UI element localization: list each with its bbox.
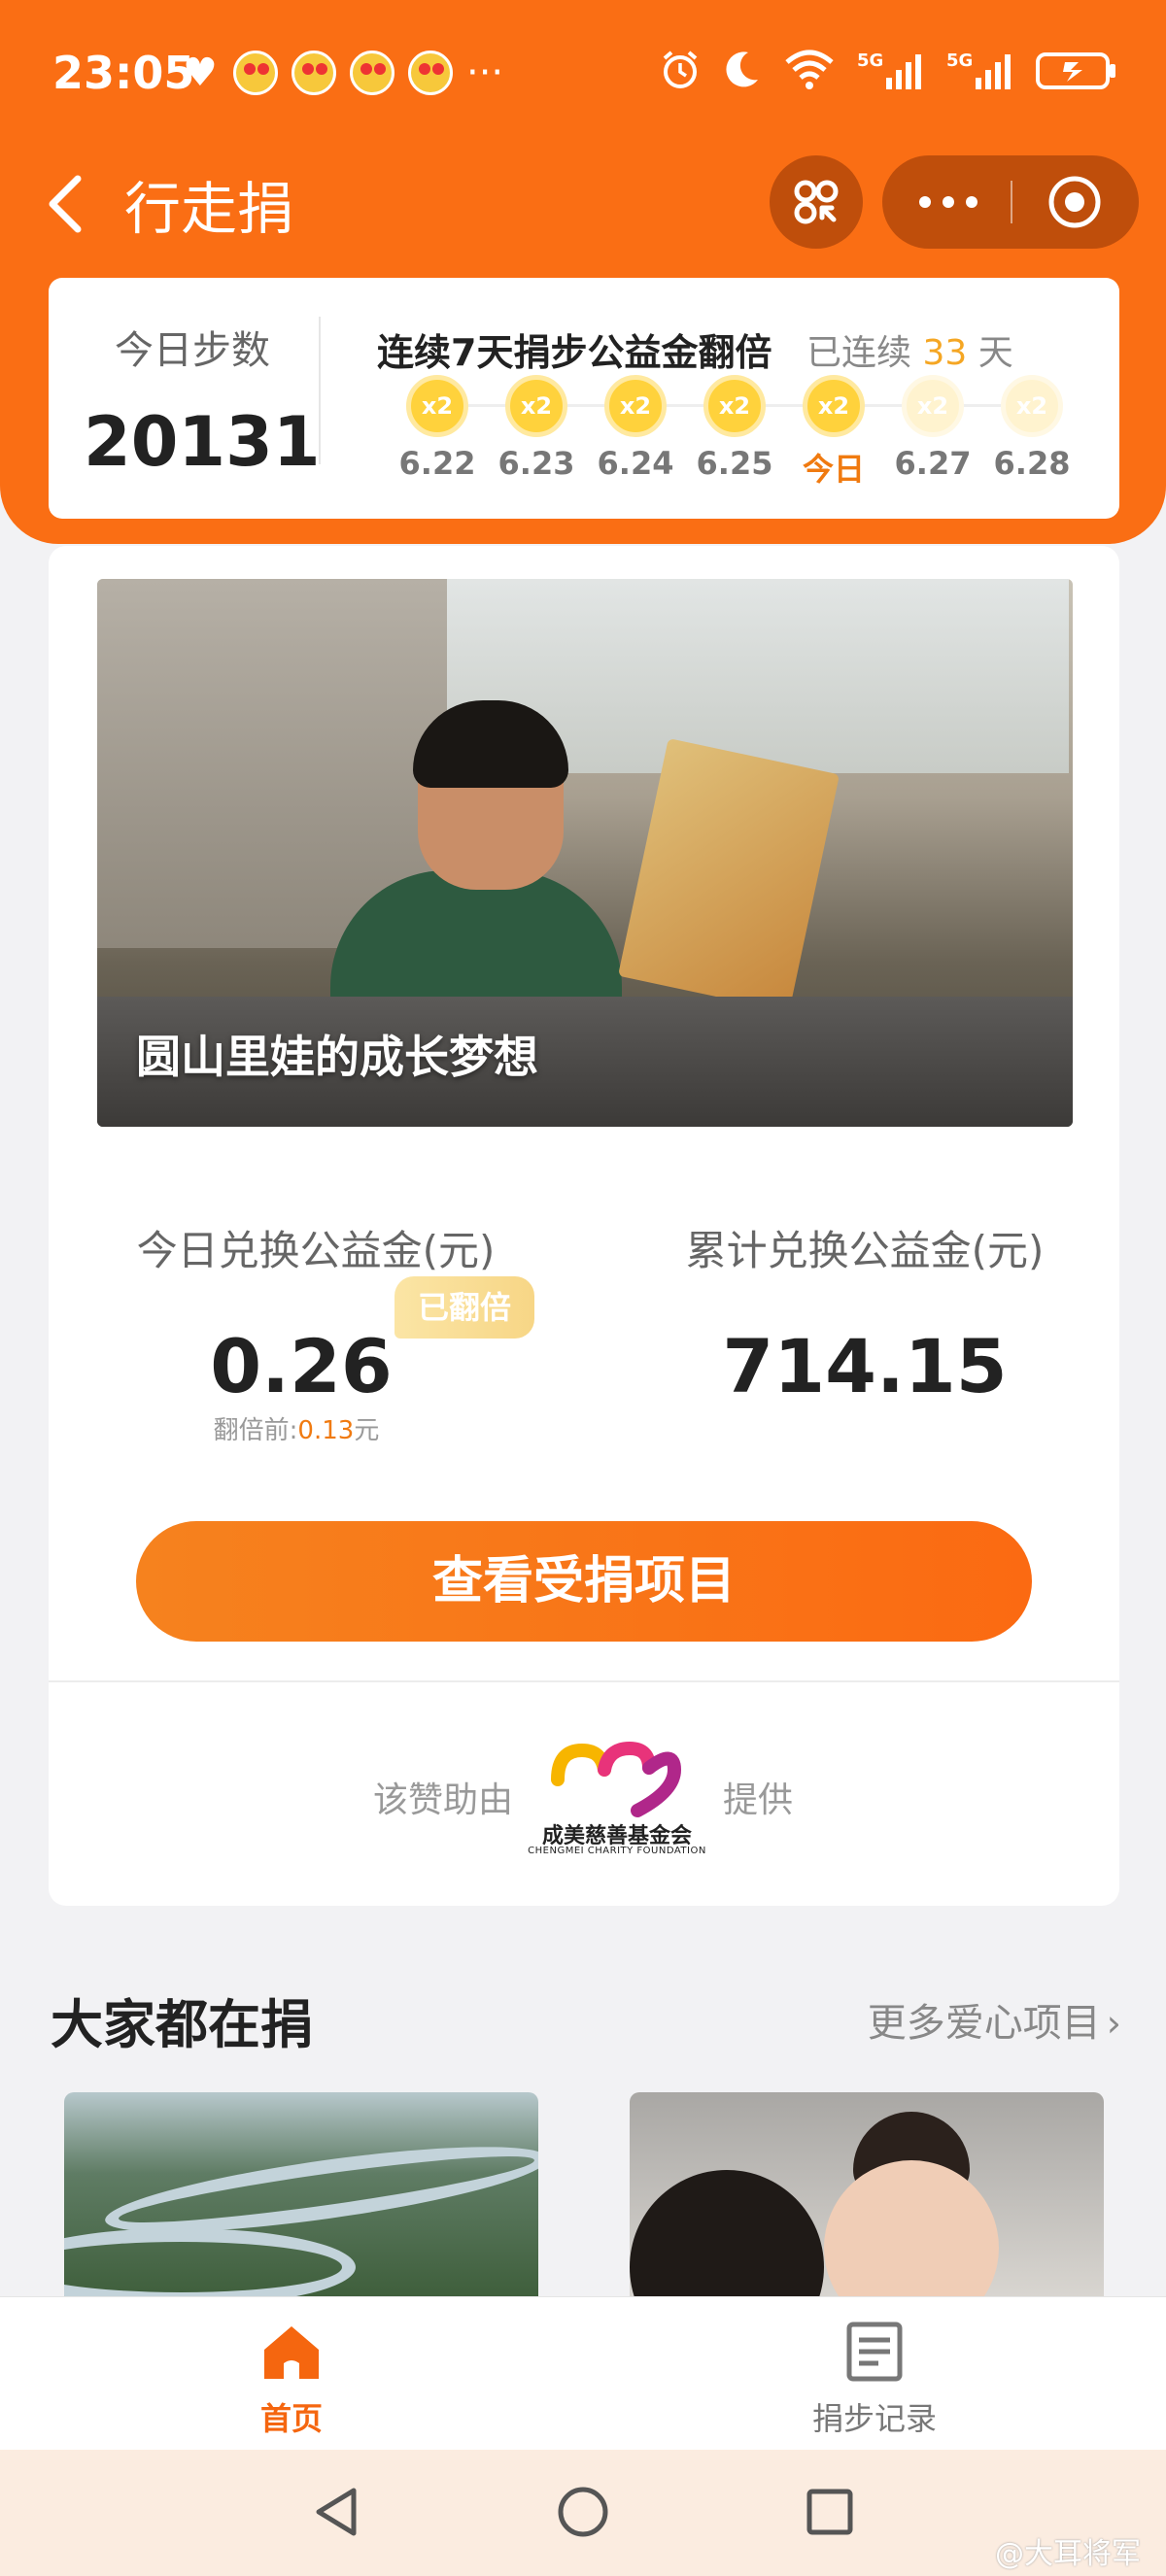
svg-text:5G: 5G — [857, 51, 883, 71]
more-icon[interactable] — [911, 181, 985, 223]
project-image[interactable]: 圆山里娃的成长梦想 — [97, 579, 1073, 1127]
streak-title: 连续7天捐步公益金翻倍 — [377, 331, 772, 374]
streak-status: 已连续 33 天 — [806, 324, 1013, 375]
steps-label: 今日步数 — [115, 328, 270, 373]
steps-card: 今日步数 20131 连续7天捐步公益金翻倍 已连续 33 天 x2 x2 x2… — [49, 278, 1119, 519]
chevron-right-icon: › — [1106, 2002, 1121, 2045]
signal-5g-icon: 5G — [946, 51, 1011, 89]
back-icon[interactable] — [37, 165, 95, 243]
svg-text:5G: 5G — [946, 51, 973, 71]
home-icon — [264, 2326, 319, 2379]
project-card-child[interactable] — [630, 2092, 1104, 2296]
steps-value: 20131 — [84, 402, 321, 482]
streak-date: 6.27 — [894, 445, 972, 482]
pre-double-amount: 翻倍前:0.13元 — [165, 1410, 428, 1446]
double-coin-icon: x2 — [505, 375, 567, 437]
battery-charging-icon — [1036, 52, 1115, 89]
project-caption: 圆山里娃的成长梦想 — [136, 1031, 538, 1083]
donation-card: 圆山里娃的成长梦想 今日兑换公益金(元) 累计兑换公益金(元) 已翻倍 0.26… — [49, 546, 1119, 1906]
sponsor-suffix: 提供 — [723, 1780, 794, 1820]
more-notifications: ··· — [466, 51, 504, 95]
image-river — [64, 2228, 356, 2296]
system-status-icons: 5G 5G — [659, 49, 1117, 91]
project-card-wetland[interactable] — [64, 2092, 538, 2296]
status-time: 23:05 — [52, 47, 195, 99]
foundation-logo-icon — [551, 1741, 682, 1817]
tab-home-label: 首页 — [259, 2400, 323, 2437]
system-nav-bar: @大耳将军 — [0, 2450, 1166, 2576]
alarm-icon — [663, 51, 698, 88]
weibo-icon — [233, 51, 278, 95]
streak-date-today: 今日 — [802, 451, 865, 488]
total-donation-label: 累计兑换公益金(元) — [685, 1227, 1045, 1274]
close-miniprogram-icon[interactable] — [1046, 173, 1104, 231]
double-coin-icon: x2 — [703, 375, 766, 437]
streak-date: 6.22 — [398, 445, 476, 482]
heart-icon: ♥ — [183, 51, 218, 95]
sponsor-prefix: 该赞助由 — [373, 1780, 514, 1820]
double-coin-icon: x2 — [803, 375, 865, 437]
double-coin-icon: x2 — [1001, 375, 1063, 437]
double-coin-icon: x2 — [902, 375, 964, 437]
streak-prefix: 已连续 — [806, 333, 912, 373]
pre-double-value: 0.13 — [297, 1416, 355, 1445]
section-title: 大家都在捐 — [51, 1994, 313, 2055]
streak-days: 33 — [922, 333, 968, 373]
image-parent — [630, 2170, 824, 2296]
image-child-face — [824, 2160, 999, 2296]
home-nav-icon[interactable] — [554, 2483, 612, 2541]
tab-records-label: 捐步记录 — [811, 2400, 937, 2437]
more-projects-label: 更多爱心项目 — [867, 2001, 1101, 2046]
signal-5g-icon: 5G — [857, 51, 921, 89]
pre-double-unit: 元 — [354, 1416, 380, 1445]
view-projects-button[interactable]: 查看受捐项目 — [136, 1521, 1032, 1642]
double-coin-icon: x2 — [604, 375, 667, 437]
weibo-icon — [350, 51, 394, 95]
tab-step-records[interactable]: 捐步记录 — [777, 2311, 972, 2437]
notification-icons: ♥ ··· — [183, 51, 503, 95]
weibo-icon — [408, 51, 453, 95]
moon-icon — [726, 51, 758, 87]
capsule-divider — [1011, 181, 1012, 223]
streak-date: 6.28 — [993, 445, 1071, 482]
total-donation-value: 714.15 — [722, 1323, 1008, 1409]
image-book — [617, 738, 840, 1012]
scan-button[interactable] — [770, 155, 863, 249]
streak-date: 6.24 — [597, 445, 674, 482]
bottom-tab-bar: 首页 捐步记录 — [0, 2296, 1166, 2450]
pre-double-label: 翻倍前: — [213, 1416, 298, 1445]
back-nav-icon[interactable] — [307, 2483, 365, 2541]
tab-home[interactable]: 首页 — [194, 2311, 389, 2437]
more-projects-link[interactable]: 更多爱心项目 › — [868, 1991, 1121, 2048]
streak-date: 6.23 — [497, 445, 575, 482]
page-title: 行走捐 — [124, 176, 294, 242]
watermark: @大耳将军 — [995, 2537, 1141, 2571]
streak-date: 6.25 — [696, 445, 773, 482]
streak-suffix: 天 — [977, 333, 1013, 373]
today-donation-label: 今日兑换公益金(元) — [136, 1227, 496, 1274]
steps-divider — [319, 317, 321, 464]
records-icon — [846, 2322, 903, 2382]
foundation-name-en: CHENGMEI CHARITY FOUNDATION — [528, 1846, 706, 1856]
miniprogram-capsule — [882, 155, 1139, 249]
weibo-icon — [292, 51, 336, 95]
wifi-icon — [785, 50, 834, 89]
status-bar: 23:05 ♥ ··· 5G 5G — [0, 0, 1166, 146]
double-coin-icon: x2 — [406, 375, 468, 437]
card-divider — [49, 1680, 1119, 1682]
recents-nav-icon[interactable] — [801, 2483, 859, 2541]
today-donation-value: 0.26 — [210, 1323, 393, 1409]
scan-icon — [794, 180, 839, 224]
